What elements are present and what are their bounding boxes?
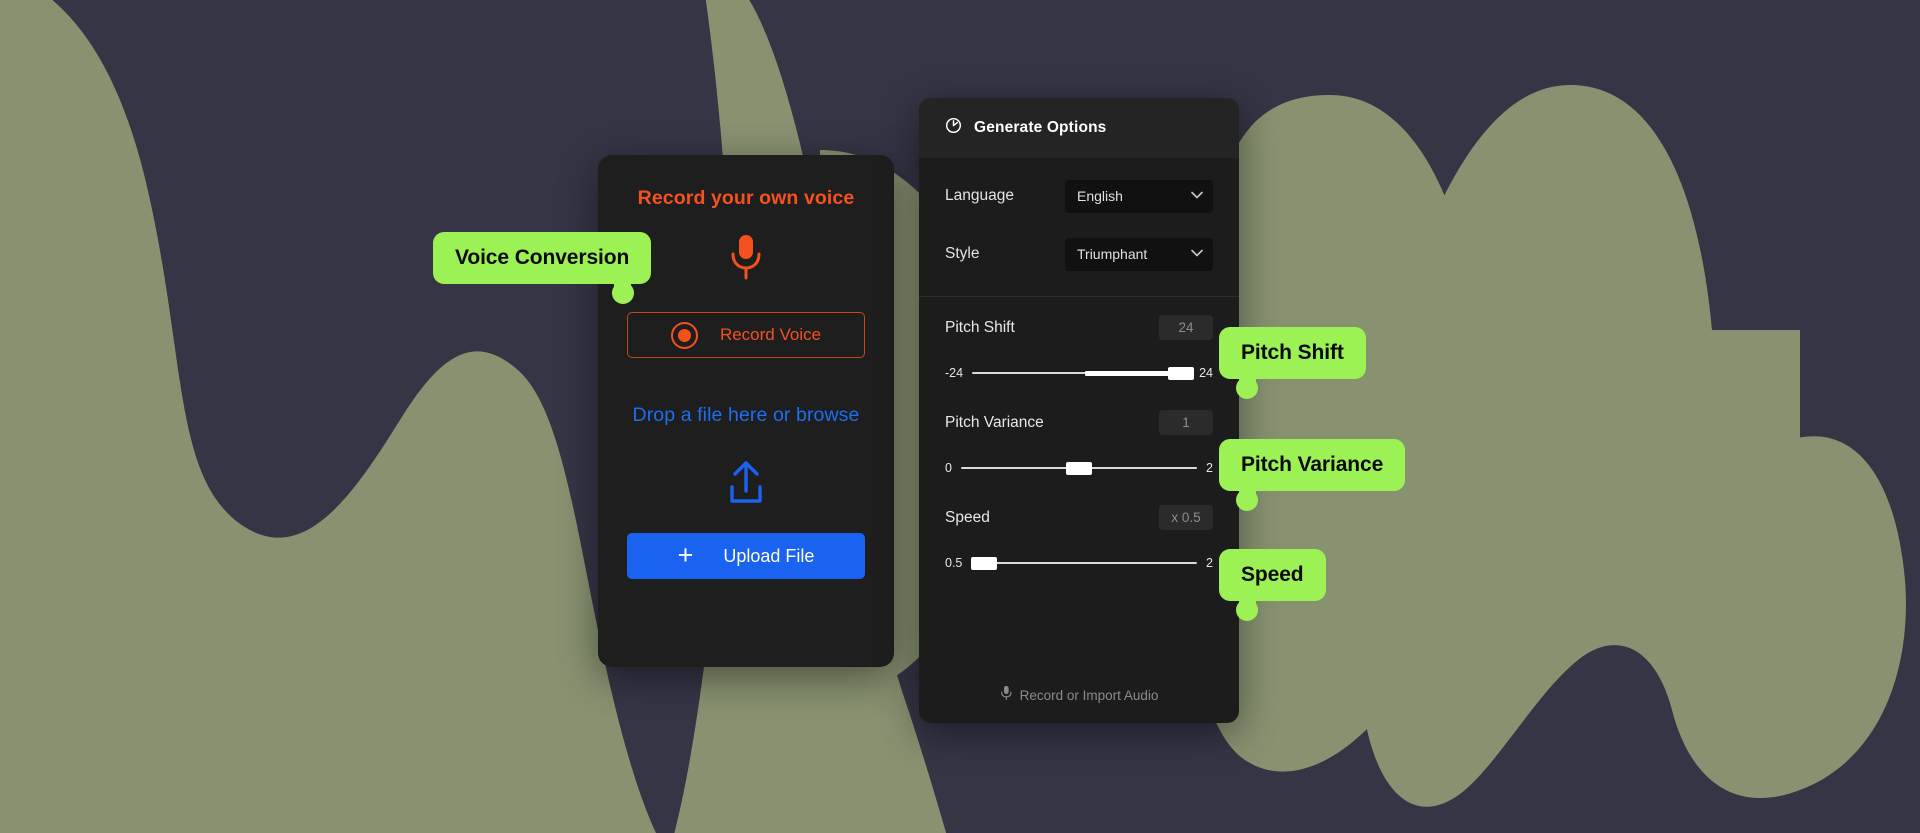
gauge-circle-icon <box>945 117 962 139</box>
speed-value[interactable]: x 0.5 <box>1159 505 1213 530</box>
pitch-variance-label: Pitch Variance <box>945 413 1044 431</box>
callout-knob <box>1236 599 1258 621</box>
speed-slider[interactable] <box>971 556 1197 570</box>
pitch-shift-max-label: 24 <box>1199 366 1213 380</box>
pitch-shift-label: Pitch Shift <box>945 318 1015 336</box>
style-select-value: Triumphant <box>1077 246 1148 262</box>
pitch-shift-min-label: -24 <box>945 366 964 380</box>
callout-knob <box>1236 489 1258 511</box>
speed-slider-row: 0.5 2 <box>945 556 1213 570</box>
generate-options-header: Generate Options <box>919 98 1239 158</box>
pitch-shift-slider[interactable] <box>972 366 1195 380</box>
pitch-shift-slider-fill <box>1085 370 1182 376</box>
pitch-variance-min-label: 0 <box>945 461 952 475</box>
record-or-import-audio-button[interactable]: Record or Import Audio <box>919 667 1239 723</box>
pitch-variance-group: Pitch Variance 1 0 2 <box>945 410 1213 475</box>
pitch-variance-slider[interactable] <box>960 461 1198 475</box>
microphone-small-icon <box>1000 685 1012 706</box>
callout-pitch-variance-label: Pitch Variance <box>1241 453 1384 476</box>
pitch-shift-group: Pitch Shift 24 -24 24 <box>945 315 1213 380</box>
callout-pitch-shift-label: Pitch Shift <box>1241 341 1344 364</box>
record-card-title: Record your own voice <box>637 187 855 209</box>
pitch-shift-slider-thumb[interactable] <box>1168 366 1195 380</box>
upload-file-button[interactable]: + Upload File <box>627 533 865 579</box>
pitch-shift-value[interactable]: 24 <box>1159 315 1213 340</box>
speed-max-label: 2 <box>1206 556 1213 570</box>
language-select[interactable]: English <box>1065 179 1213 213</box>
language-field-row: Language English <box>945 176 1213 216</box>
pitch-variance-slider-thumb[interactable] <box>1066 461 1092 475</box>
record-or-import-audio-label: Record or Import Audio <box>1019 687 1159 703</box>
style-select[interactable]: Triumphant <box>1065 237 1213 271</box>
record-voice-button-label: Record Voice <box>719 325 822 344</box>
callout-voice-conversion: Voice Conversion <box>433 232 652 304</box>
chevron-down-icon <box>1191 191 1203 202</box>
plus-icon: + <box>677 539 694 570</box>
drop-file-link[interactable]: Drop a file here or browse <box>633 404 860 427</box>
callout-speed-label: Speed <box>1241 563 1304 586</box>
upload-arrow-icon <box>723 455 769 509</box>
generate-options-sliders: Pitch Shift 24 -24 24 Pitch Variance 1 0… <box>919 297 1239 584</box>
callout-voice-conversion-label: Voice Conversion <box>455 246 630 269</box>
chevron-down-icon <box>1191 249 1203 260</box>
pitch-variance-max-label: 2 <box>1206 461 1213 475</box>
upload-file-button-label: Upload File <box>723 545 815 566</box>
pitch-variance-value[interactable]: 1 <box>1159 410 1213 435</box>
speed-min-label: 0.5 <box>945 556 963 570</box>
pitch-variance-head: Pitch Variance 1 <box>945 410 1213 435</box>
pitch-shift-slider-row: -24 24 <box>945 366 1213 380</box>
record-dot-icon <box>670 321 698 349</box>
language-select-value: English <box>1077 188 1123 204</box>
language-label: Language <box>945 187 1014 204</box>
speed-group: Speed x 0.5 0.5 2 <box>945 505 1213 570</box>
speed-label: Speed <box>945 508 990 526</box>
pitch-variance-slider-row: 0 2 <box>945 461 1213 475</box>
record-voice-button[interactable]: Record Voice <box>627 312 865 358</box>
style-field-row: Style Triumphant <box>945 234 1213 274</box>
app-stage: Record your own voice Record Voice Drop … <box>0 0 1920 833</box>
generate-options-fields: Language English Style Triumphant <box>919 158 1239 292</box>
microphone-icon <box>728 232 764 284</box>
callout-knob <box>1236 377 1258 399</box>
speed-head: Speed x 0.5 <box>945 505 1213 530</box>
callout-speed: Speed <box>1219 549 1326 621</box>
style-label: Style <box>945 245 980 262</box>
speed-slider-thumb[interactable] <box>971 556 998 570</box>
generate-options-card: Generate Options Language English Style … <box>919 98 1239 723</box>
callout-pitch-shift: Pitch Shift <box>1219 327 1366 399</box>
pitch-shift-head: Pitch Shift 24 <box>945 315 1213 340</box>
callout-pitch-variance: Pitch Variance <box>1219 439 1406 511</box>
generate-options-title: Generate Options <box>974 119 1107 136</box>
